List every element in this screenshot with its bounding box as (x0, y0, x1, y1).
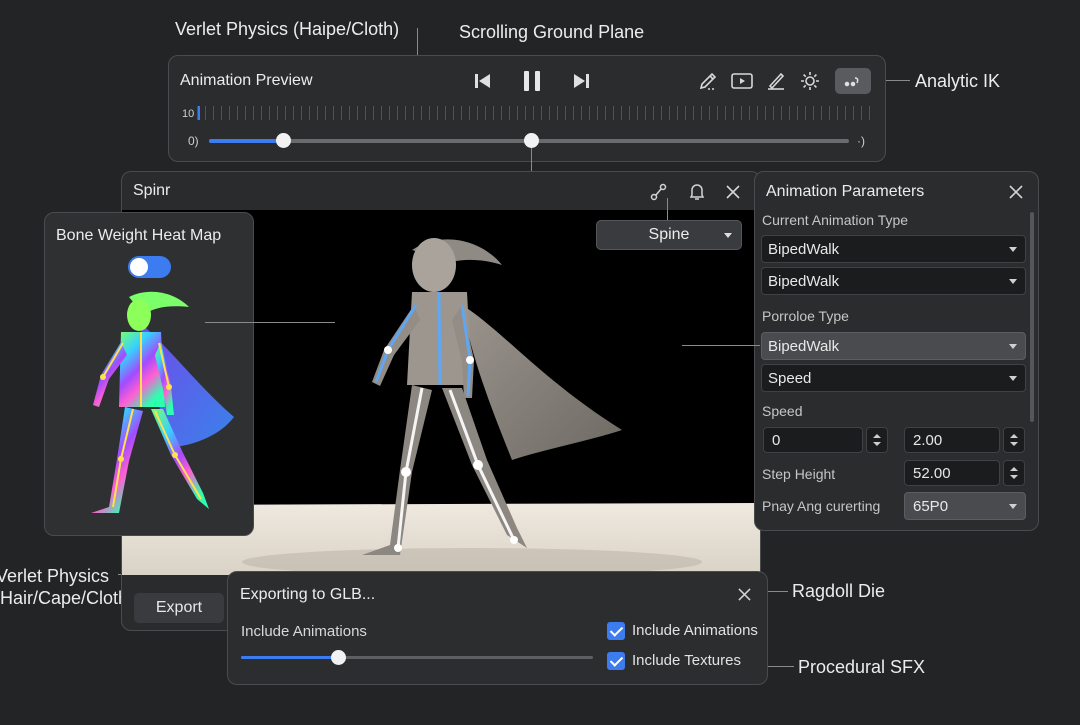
callout-verlet-physics-top: Verlet Physics (Haipe/Cloth) (175, 19, 400, 39)
animation-preview-panel: Animation Preview 10 0) ·) (168, 55, 886, 162)
export-dialog: Exporting to GLB... Include Animations I… (227, 571, 768, 685)
callout-line (682, 345, 760, 346)
scrub-knob-2[interactable] (524, 133, 539, 148)
speed-min-input[interactable]: 0 (763, 427, 863, 453)
callout-scrolling-ground: Scrolling Ground Plane (459, 22, 645, 42)
chevron-down-icon (724, 233, 732, 238)
include-animations-checkbox[interactable] (607, 622, 625, 640)
scrub-track[interactable] (209, 133, 849, 148)
step-height-label: Step Height (762, 466, 836, 482)
bell-icon (689, 184, 705, 200)
dropdown-value: 65P0 (913, 497, 949, 515)
settings-button[interactable] (797, 68, 823, 94)
callout-analytic-ik: Analytic IK (915, 71, 1001, 91)
pencil-icon (699, 72, 717, 90)
speed-min-stepper[interactable] (866, 427, 888, 453)
brush-tool-button[interactable] (763, 68, 789, 94)
preview-title: Animation Preview (180, 72, 313, 89)
slider-right-label: ·) (857, 134, 865, 148)
export-close-button[interactable] (732, 582, 756, 606)
callout-line (205, 322, 335, 323)
animation-parameters-panel: Animation Parameters Current Animation T… (754, 171, 1039, 531)
callout-verlet-physics-bottom-2: (Hair/Cape/Cloth) (0, 588, 135, 608)
speed-mode-dropdown[interactable]: Speed (761, 364, 1026, 392)
chevron-down-icon (1009, 279, 1017, 284)
params-scrollbar[interactable] (1030, 212, 1034, 422)
brush-icon (768, 72, 785, 90)
step-height-input[interactable]: 52.00 (904, 460, 1000, 486)
viewport-close-button[interactable] (720, 180, 746, 204)
dropdown-value: Speed (768, 369, 812, 387)
pause-icon (524, 71, 540, 91)
notification-button[interactable] (684, 180, 710, 204)
pencil-tool-button[interactable] (695, 68, 721, 94)
dropdown-value: BipedWalk (768, 272, 840, 290)
gear-icon (801, 72, 819, 90)
current-animation-type-label: Current Animation Type (762, 212, 909, 228)
include-animations-label: Include Animations (632, 622, 758, 639)
scrub-progress (209, 139, 283, 143)
close-icon (737, 587, 751, 601)
chevron-down-icon (1009, 344, 1017, 349)
export-title: Exporting to GLB... (240, 586, 376, 603)
pnay-ang-dropdown[interactable]: 65P0 (904, 492, 1026, 520)
viewport-mode-dropdown[interactable]: Spine (596, 220, 742, 250)
step-height-stepper[interactable] (1003, 460, 1025, 486)
porroloe-type-dropdown[interactable]: BipedWalk (761, 332, 1026, 360)
scrub-knob-1[interactable] (276, 133, 291, 148)
chevron-down-icon (1009, 247, 1017, 252)
toggle-knob (130, 258, 148, 276)
callout-ragdoll: Ragdoll Die (792, 581, 886, 601)
callout-line (768, 666, 794, 667)
bone-tool-button[interactable] (646, 180, 672, 204)
export-slider-label: Include Animations (241, 623, 367, 640)
dropdown-value: BipedWalk (768, 337, 840, 355)
callout-procedural-sfx: Procedural SFX (798, 657, 926, 677)
speed-max-input[interactable]: 2.00 (904, 427, 1000, 453)
skip-forward-icon (574, 74, 589, 88)
media-play-button[interactable] (729, 68, 755, 94)
viewport-title: Spinr (133, 182, 171, 199)
ruler-label: 10 (182, 108, 195, 120)
export-slider-knob[interactable] (331, 650, 346, 665)
play-box-icon (731, 73, 753, 89)
timeline-ruler[interactable] (197, 106, 877, 120)
chevron-down-icon (1009, 504, 1017, 509)
heatmap-figure (91, 291, 234, 513)
skip-back-button[interactable] (469, 68, 497, 94)
bone-icon (650, 183, 667, 201)
pnay-ang-label: Pnay Ang curerting (762, 498, 881, 514)
params-close-button[interactable] (1003, 180, 1029, 204)
callout-line (667, 198, 668, 220)
slider-left-label: 0) (188, 134, 199, 148)
pause-button[interactable] (517, 66, 547, 96)
skip-back-icon (475, 74, 490, 88)
analytic-ik-button[interactable] (835, 68, 871, 94)
dropdown-value: BipedWalk (768, 240, 840, 258)
params-title: Animation Parameters (766, 183, 925, 200)
include-textures-checkbox[interactable] (607, 652, 625, 670)
animation-type-dropdown-1[interactable]: BipedWalk (761, 235, 1026, 263)
close-icon (726, 185, 740, 199)
export-button[interactable]: Export (134, 593, 224, 623)
ik-chain-icon (844, 77, 859, 87)
skip-forward-button[interactable] (567, 68, 595, 94)
speed-label: Speed (762, 403, 803, 419)
export-slider-track[interactable] (241, 650, 593, 665)
bone-weight-heatmap-panel: Bone Weight Heat Map (44, 212, 254, 536)
callout-verlet-physics-bottom: Verlet Physics (0, 566, 110, 586)
heatmap-toggle[interactable] (128, 256, 171, 278)
speed-max-stepper[interactable] (1003, 427, 1025, 453)
chevron-down-icon (1009, 376, 1017, 381)
export-slider-fill (241, 656, 341, 659)
animation-type-dropdown-2[interactable]: BipedWalk (761, 267, 1026, 295)
playhead-marker (198, 106, 200, 120)
viewport-mode-value: Spine (648, 226, 690, 243)
heatmap-title: Bone Weight Heat Map (56, 227, 222, 244)
include-textures-label: Include Textures (632, 652, 741, 669)
close-icon (1009, 185, 1023, 199)
porroloe-type-label: Porroloe Type (762, 308, 849, 324)
